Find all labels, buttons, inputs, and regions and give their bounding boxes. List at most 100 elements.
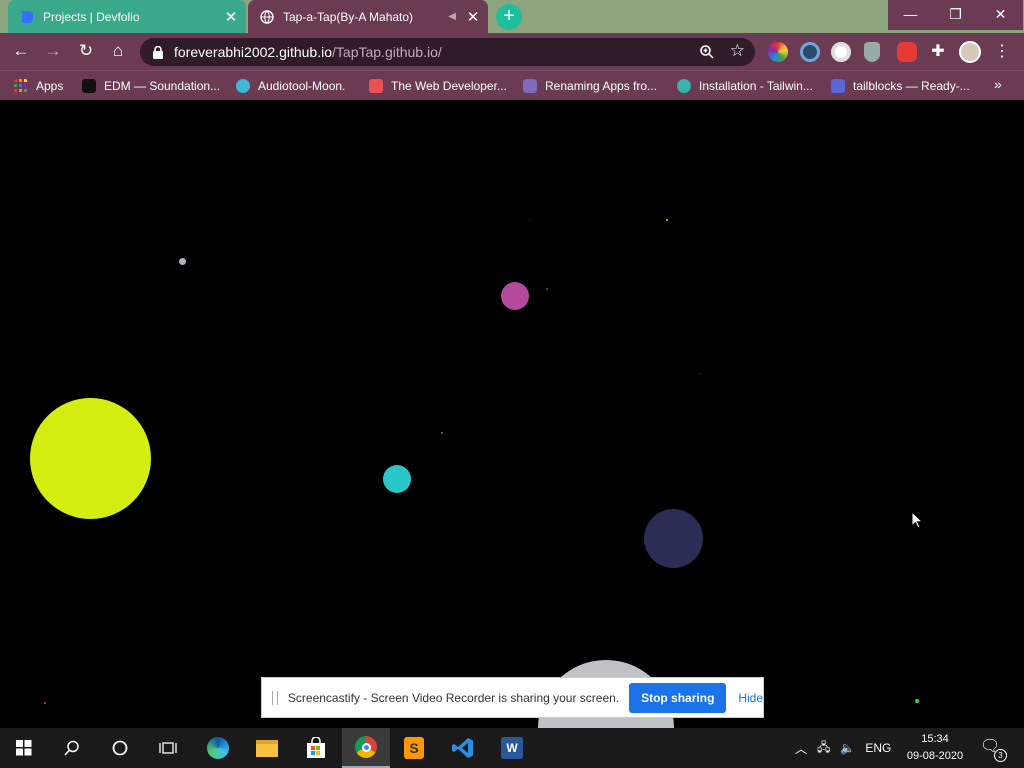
address-bar[interactable]: foreverabhi2002.github.io/TapTap.github.…: [140, 38, 755, 66]
game-circle-pink[interactable]: [501, 282, 529, 310]
url-path: /TapTap.github.io/: [332, 44, 442, 60]
screen: Projects | Devfolio ✕ Tap-a-Tap(By-A Mah…: [0, 0, 1024, 768]
devfolio-icon: [22, 10, 33, 23]
shield-extension-icon[interactable]: [864, 42, 880, 62]
new-tab-button[interactable]: +: [496, 4, 522, 30]
game-circle-teal[interactable]: [383, 465, 411, 493]
start-button[interactable]: [0, 728, 48, 768]
bookmark-label: EDM — Soundation...: [104, 79, 221, 93]
puzzle-extensions-icon[interactable]: ✚: [928, 42, 948, 62]
game-circle-navy[interactable]: [644, 509, 703, 568]
volume-icon[interactable]: 🔈: [840, 741, 855, 755]
action-center-button[interactable]: 🗨 3: [980, 736, 1008, 762]
edge-icon: [207, 737, 229, 759]
star-dot: [546, 288, 548, 290]
hide-button[interactable]: Hide: [738, 691, 763, 705]
menu-kebab-icon[interactable]: ⋮: [994, 41, 1010, 61]
cortana-button[interactable]: [96, 728, 144, 768]
heroku-icon: [523, 79, 537, 93]
bookmark-tailblocks[interactable]: tailblocks — Ready-...: [831, 77, 970, 95]
language-indicator[interactable]: ENG: [865, 741, 891, 755]
vscode-icon: [452, 738, 473, 758]
taskbar-file-explorer[interactable]: [243, 728, 291, 768]
bookmark-audiotool[interactable]: Audiotool-Moon.: [236, 77, 345, 95]
taskbar-sublime-text[interactable]: S: [390, 728, 438, 768]
back-button[interactable]: ←: [9, 39, 33, 63]
tab-strip: Projects | Devfolio ✕ Tap-a-Tap(By-A Mah…: [0, 0, 1024, 33]
game-circle-grey-small[interactable]: [179, 258, 186, 265]
url-text: foreverabhi2002.github.io/TapTap.github.…: [174, 44, 442, 60]
color-picker-extension-icon[interactable]: [768, 42, 788, 62]
system-tray: ︿ 🖧 🔈 ENG: [795, 728, 901, 768]
browser-toolbar: ← → ↻ ⌂ foreverabhi2002.github.io/TapTap…: [0, 33, 1024, 70]
clock-time: 15:34: [921, 733, 949, 745]
bookmark-apps[interactable]: Apps: [14, 77, 63, 95]
bookmark-star-icon[interactable]: ☆: [730, 41, 745, 61]
more-bookmarks-icon[interactable]: »: [994, 76, 1002, 92]
speaker-icon[interactable]: ◀: [448, 11, 456, 22]
network-icon[interactable]: 🖧: [817, 738, 830, 759]
home-button[interactable]: ⌂: [106, 39, 130, 63]
bookmark-label: Renaming Apps fro...: [545, 79, 658, 93]
close-window-button[interactable]: ✕: [978, 0, 1023, 30]
taskbar-vscode[interactable]: [439, 728, 487, 768]
taskbar-store[interactable]: [292, 728, 340, 768]
bookmark-label: The Web Developer...: [391, 79, 507, 93]
bookmark-label: Apps: [36, 79, 64, 93]
tailblocks-icon: [831, 79, 845, 93]
star-dot: [441, 432, 443, 434]
soundation-icon: [82, 79, 96, 93]
bookmark-web-developer[interactable]: The Web Developer...: [369, 77, 507, 95]
cortana-icon: [112, 740, 128, 756]
reload-button[interactable]: ↻: [74, 39, 98, 63]
screen-sharing-bar: Screencastify - Screen Video Recorder is…: [261, 677, 764, 718]
star-dot: [529, 220, 530, 221]
star-dot: [915, 699, 919, 703]
screencastify-extension-icon[interactable]: [831, 42, 851, 62]
apps-grid-icon: [14, 79, 27, 92]
restore-button[interactable]: ❐: [933, 0, 978, 30]
file-explorer-icon: [256, 739, 278, 757]
audiotool-icon: [236, 79, 250, 93]
sublime-text-icon: S: [404, 737, 424, 759]
close-tab-icon[interactable]: ✕: [220, 8, 242, 26]
star-dot: [700, 373, 701, 374]
bookmark-tailwind[interactable]: Installation - Tailwin...: [677, 77, 813, 95]
mouse-cursor-icon: [911, 511, 923, 529]
star-dot: [666, 219, 668, 221]
windows-logo-icon: [16, 740, 32, 756]
search-button[interactable]: [48, 728, 96, 768]
clock[interactable]: 15:34 09-08-2020: [900, 731, 970, 765]
bookmark-renaming-apps[interactable]: Renaming Apps fro...: [523, 77, 657, 95]
taskbar-edge[interactable]: [194, 728, 242, 768]
windows-taskbar: S W ︿ 🖧 🔈 ENG 15:34 09-08-2020 🗨 3: [0, 728, 1024, 768]
tab-tap-a-tap[interactable]: Tap-a-Tap(By-A Mahato) ◀ ✕: [248, 0, 488, 33]
url-host: foreverabhi2002.github.io: [174, 44, 333, 60]
bookmark-soundation[interactable]: EDM — Soundation...: [82, 77, 220, 95]
forward-button[interactable]: →: [41, 39, 65, 63]
udemy-icon: [369, 79, 383, 93]
lock-icon: [153, 45, 163, 59]
game-canvas[interactable]: [0, 100, 1024, 728]
taskbar-chrome[interactable]: [342, 728, 390, 768]
bookmarks-bar: Apps EDM — Soundation... Audiotool-Moon.…: [0, 70, 1024, 100]
tab-devfolio[interactable]: Projects | Devfolio ✕: [8, 0, 246, 33]
sync-extension-icon[interactable]: [800, 42, 820, 62]
clock-date: 09-08-2020: [906, 750, 964, 762]
store-icon: [307, 737, 325, 758]
close-tab-icon[interactable]: ✕: [462, 8, 484, 26]
minimize-button[interactable]: —: [888, 0, 933, 30]
show-hidden-icons-icon[interactable]: ︿: [795, 740, 807, 757]
taskbar-word[interactable]: W: [488, 728, 536, 768]
globe-icon: [260, 9, 274, 24]
zoom-icon[interactable]: [699, 44, 715, 60]
red-extension-icon[interactable]: [897, 42, 917, 62]
bookmark-label: Audiotool-Moon.: [258, 79, 346, 93]
task-view-button[interactable]: [144, 728, 192, 768]
bookmark-label: tailblocks — Ready-...: [853, 79, 970, 93]
stop-sharing-button[interactable]: Stop sharing: [629, 682, 727, 713]
drag-handle[interactable]: [272, 690, 278, 705]
word-icon: W: [501, 737, 523, 759]
profile-avatar[interactable]: [959, 41, 981, 63]
game-circle-yellow[interactable]: [30, 398, 151, 519]
